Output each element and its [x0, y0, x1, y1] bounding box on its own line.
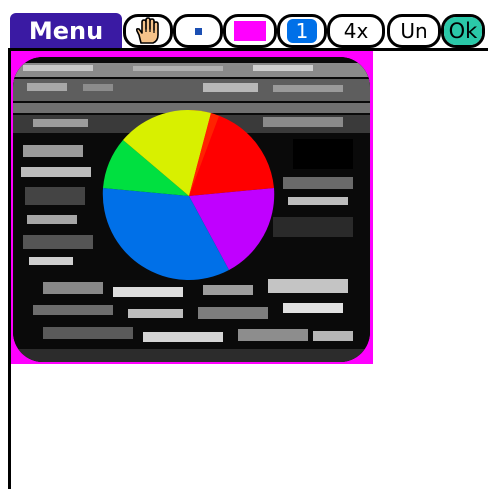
drawing-app-screen: Menu 1 4x Un Ok	[0, 0, 488, 489]
menu-button[interactable]: Menu	[10, 13, 122, 49]
line-width-button[interactable]: 1	[277, 14, 327, 48]
hand-tool-button[interactable]	[123, 14, 173, 48]
toolbar: Menu 1 4x Un Ok	[0, 0, 488, 52]
undo-label: Un	[400, 19, 428, 43]
brush-size-button[interactable]	[173, 14, 223, 48]
screenshot-picture	[13, 57, 370, 362]
pie-chart	[102, 109, 275, 280]
brush-dot-icon	[194, 27, 202, 35]
zoom-button[interactable]: 4x	[327, 14, 385, 48]
ok-button[interactable]: Ok	[441, 14, 485, 48]
canvas-picture	[13, 57, 370, 362]
line-width-value: 1	[287, 19, 317, 43]
color-swatch-icon	[234, 21, 266, 41]
color-picker-button[interactable]	[223, 14, 277, 48]
zoom-value: 4x	[343, 19, 369, 43]
undo-button[interactable]: Un	[387, 14, 441, 48]
ok-label: Ok	[444, 17, 482, 45]
hand-icon	[135, 17, 159, 44]
drawing-canvas[interactable]	[11, 51, 373, 364]
